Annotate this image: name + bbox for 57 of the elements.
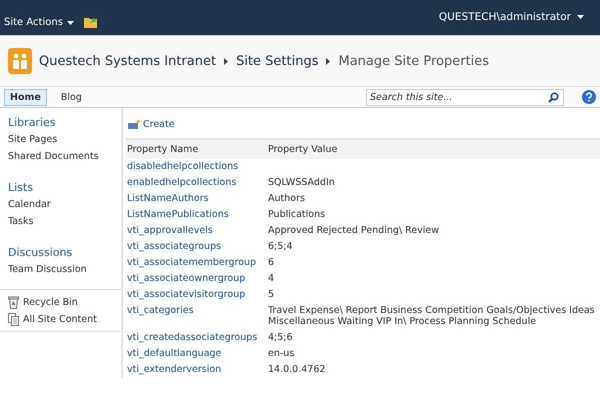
sidebar-item[interactable]: Calendar [0,197,121,214]
help-icon[interactable] [582,90,596,104]
sidebar-item[interactable]: All Site Content [23,314,97,325]
sidebar-item[interactable]: Recycle Bin [23,297,78,308]
table-cell: 6 [268,257,274,268]
sidebar-item[interactable]: Site Pages [0,132,121,149]
table-cell: 6;5;4 [268,241,293,252]
sidebar-item[interactable]: Tasks [0,214,121,231]
breadcrumb-link[interactable]: Site Settings [236,54,318,68]
site-actions-menu[interactable]: Site Actions [4,17,74,28]
property-link[interactable]: vti_associatevisitorgroup [127,289,246,300]
property-link[interactable]: ListNamePublications [127,209,229,220]
sidebar-item[interactable]: Shared Documents [0,149,121,166]
table-cell: 5 [268,289,274,300]
nav-tab[interactable]: Home [4,88,47,106]
property-link[interactable]: vti_associateownergroup [127,273,246,284]
table-cell: Publications [268,209,326,220]
table-cell: SQLWSSAddIn [268,177,335,188]
create-link[interactable]: Create [143,118,175,130]
folder-icon[interactable] [84,16,98,28]
property-link[interactable]: disabledhelpcollections [127,161,238,172]
documents-icon [8,313,19,326]
table-cell: 4 [268,273,274,284]
search-field[interactable]: Search this site... [366,88,564,106]
sidebar-heading[interactable]: Libraries [0,114,121,132]
property-link[interactable]: vti_defaultlanguage [127,348,222,359]
site-logo-icon [8,48,32,74]
property-link[interactable]: vti_categories [127,305,194,316]
breadcrumb-arrow-icon [326,58,330,64]
nav-tab[interactable]: Blog [54,88,88,106]
breadcrumb-link[interactable]: Questech Systems Intranet [39,54,216,68]
breadcrumb-arrow-icon [224,58,228,64]
new-item-icon [128,118,141,130]
caret-icon [577,15,584,19]
property-link[interactable]: vti_approvallevels [127,225,213,236]
table-cell: en-us [268,348,294,359]
column-header: Property Name [126,140,267,159]
table-cell: 14.0.0.4762 [268,364,326,375]
table-cell: Travel Expense\ Report Business Competition Goals/Objectives Ideas Miscellaneous Waiting VIP In\ Process Planning Schedule [268,305,595,327]
property-link[interactable]: enabledhelpcollections [127,177,236,188]
property-link[interactable]: ListNameAuthors [127,193,209,204]
property-link[interactable]: vti_createdassociategroups [127,332,258,343]
table-cell: 4;5;6 [268,332,293,343]
bin-icon [8,296,19,309]
search-icon[interactable] [548,92,559,102]
property-link[interactable]: vti_associatemembergroup [127,257,256,268]
caret-icon [66,20,74,24]
property-link[interactable]: vti_associategroups [127,241,222,252]
user-menu[interactable]: QUESTECH\administrator [438,11,584,23]
sidebar-heading[interactable]: Discussions [0,244,121,262]
column-header: Property Value [267,140,600,159]
page-title: Manage Site Properties [338,54,490,68]
sidebar-item[interactable]: Team Discussion [0,262,121,279]
sidebar-heading[interactable]: Lists [0,179,121,197]
property-link[interactable]: vti_extenderversion [127,364,222,375]
table-cell: Authors [268,193,305,204]
table-cell: Approved Rejected Pending\ Review [268,225,440,236]
